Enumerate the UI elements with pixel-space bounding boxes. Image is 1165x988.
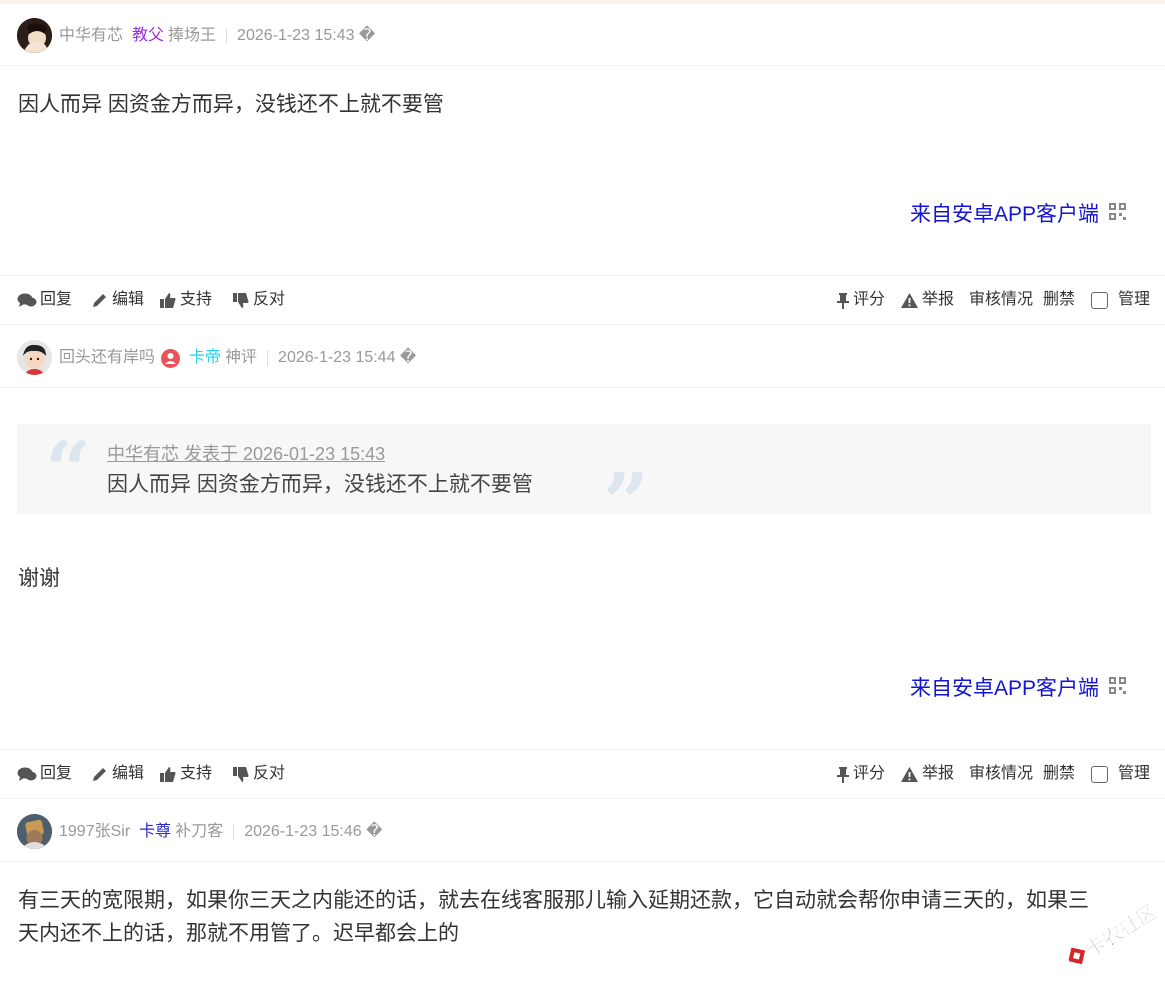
oppose-label: 反对 bbox=[253, 765, 286, 782]
checkbox[interactable] bbox=[1091, 765, 1108, 783]
medal-badge-icon bbox=[161, 348, 181, 368]
user-title-primary: 教父 bbox=[132, 27, 165, 44]
thumbs-up-icon bbox=[160, 292, 176, 308]
post-time: 2026-1-23 15:44 � bbox=[278, 349, 417, 366]
post-content: 有三天的宽限期，如果你三天之内能还的话，就去在线客服那儿输入延期还款，它自动就会… bbox=[18, 884, 1158, 950]
post-time: 2026-1-23 15:46 � bbox=[244, 823, 383, 840]
reply-label: 回复 bbox=[40, 291, 73, 308]
post-header: 1997张Sir 卡尊 补刀客 2026-1-23 15:46 � bbox=[0, 800, 1165, 862]
pin-icon bbox=[837, 766, 849, 783]
post-actions-bar: 回复 编辑 支持 反对 评分 举报 审核情况 删禁 管理 bbox=[0, 275, 1165, 325]
oppose-button[interactable]: 反对 bbox=[232, 764, 285, 784]
post-header: 回头还有岸吗 卡帝 神评 2026-1-23 15:44 � bbox=[0, 326, 1165, 388]
edit-label: 编辑 bbox=[112, 291, 145, 308]
qrcode-icon[interactable] bbox=[1109, 203, 1127, 221]
user-title-secondary: 补刀客 bbox=[175, 823, 224, 840]
rate-label: 评分 bbox=[853, 765, 886, 782]
username[interactable]: 中华有芯 bbox=[59, 26, 123, 46]
support-button[interactable]: 支持 bbox=[159, 764, 212, 784]
ban-link[interactable]: 删禁 bbox=[1043, 290, 1075, 310]
ban-label: 删禁 bbox=[1043, 765, 1076, 782]
reply-button[interactable]: 回复 bbox=[17, 290, 72, 310]
avatar[interactable] bbox=[17, 814, 52, 849]
thumbs-down-icon bbox=[233, 292, 249, 308]
report-label: 举报 bbox=[922, 291, 955, 308]
post-header: 中华有芯 教父 捧场王 2026-1-23 15:43 � bbox=[0, 4, 1165, 66]
quote-text: 因人而异 因资金方而异，没钱还不上就不要管 bbox=[107, 473, 533, 496]
oppose-button[interactable]: 反对 bbox=[232, 290, 285, 310]
review-label: 审核情况 bbox=[969, 765, 1034, 782]
review-status-link[interactable]: 审核情况 bbox=[969, 764, 1033, 784]
post-content: 因人而异 因资金方而异，没钱还不上就不要管 bbox=[18, 93, 444, 116]
divider bbox=[267, 350, 269, 366]
comments-icon bbox=[17, 293, 37, 307]
rate-button[interactable]: 评分 bbox=[836, 764, 885, 784]
thumbs-up-icon bbox=[160, 766, 176, 782]
close-quote-icon: ” bbox=[603, 455, 650, 549]
report-label: 举报 bbox=[922, 765, 955, 782]
reply-button[interactable]: 回复 bbox=[17, 764, 72, 784]
checkbox[interactable] bbox=[1091, 291, 1108, 309]
post-actions-bar: 回复 编辑 支持 反对 评分 举报 审核情况 删禁 管理 bbox=[0, 749, 1165, 799]
username[interactable]: 1997张Sir bbox=[59, 822, 130, 842]
rate-button[interactable]: 评分 bbox=[836, 290, 885, 310]
warning-icon bbox=[901, 766, 918, 782]
user-title-secondary: 神评 bbox=[225, 349, 258, 366]
post-content-line: 有三天的宽限期，如果你三天之内能还的话，就去在线客服那儿输入延期还款，它自动就会… bbox=[18, 889, 1089, 912]
manage-label: 管理 bbox=[1118, 291, 1151, 308]
edit-label: 编辑 bbox=[112, 765, 145, 782]
ban-label: 删禁 bbox=[1043, 291, 1076, 308]
review-label: 审核情况 bbox=[969, 291, 1034, 308]
rate-label: 评分 bbox=[853, 291, 886, 308]
support-label: 支持 bbox=[180, 291, 213, 308]
divider bbox=[233, 824, 235, 840]
post-content: 谢谢 bbox=[18, 567, 60, 590]
user-title-primary: 卡尊 bbox=[139, 823, 172, 840]
user-title-secondary: 捧场王 bbox=[168, 27, 217, 44]
comments-icon bbox=[17, 767, 37, 781]
from-app-link[interactable]: 来自安卓APP客户端 bbox=[910, 672, 1099, 702]
user-title-primary: 卡帝 bbox=[189, 349, 222, 366]
avatar[interactable] bbox=[17, 18, 52, 53]
from-app-link[interactable]: 来自安卓APP客户端 bbox=[910, 198, 1099, 228]
pin-icon bbox=[837, 292, 849, 309]
support-label: 支持 bbox=[180, 765, 213, 782]
divider bbox=[226, 28, 228, 44]
quote-block: “ 中华有芯 发表于 2026-01-23 15:43 因人而异 因资金方而异，… bbox=[17, 423, 1151, 542]
username[interactable]: 回头还有岸吗 bbox=[59, 348, 155, 368]
edit-button[interactable]: 编辑 bbox=[91, 290, 144, 310]
reply-label: 回复 bbox=[40, 765, 73, 782]
manage-label: 管理 bbox=[1118, 765, 1151, 782]
post-time: 2026-1-23 15:43 � bbox=[237, 27, 376, 44]
manage-checkbox[interactable]: 管理 bbox=[1091, 290, 1150, 310]
warning-icon bbox=[901, 292, 918, 308]
report-button[interactable]: 举报 bbox=[900, 764, 954, 784]
open-quote-icon: “ bbox=[45, 423, 92, 517]
ban-link[interactable]: 删禁 bbox=[1043, 764, 1075, 784]
thumbs-down-icon bbox=[233, 766, 249, 782]
qrcode-icon[interactable] bbox=[1109, 677, 1127, 695]
pencil-icon bbox=[93, 767, 106, 781]
review-status-link[interactable]: 审核情况 bbox=[969, 290, 1033, 310]
oppose-label: 反对 bbox=[253, 291, 286, 308]
quote-author-link[interactable]: 中华有芯 发表于 2026-01-23 15:43 bbox=[107, 440, 385, 466]
report-button[interactable]: 举报 bbox=[900, 290, 954, 310]
support-button[interactable]: 支持 bbox=[159, 290, 212, 310]
manage-checkbox[interactable]: 管理 bbox=[1091, 764, 1150, 784]
pencil-icon bbox=[93, 293, 106, 307]
avatar[interactable] bbox=[17, 340, 52, 375]
post-content-line: 天内还不上的话，那就不用管了。迟早都会上的 bbox=[18, 922, 459, 945]
edit-button[interactable]: 编辑 bbox=[91, 764, 144, 784]
